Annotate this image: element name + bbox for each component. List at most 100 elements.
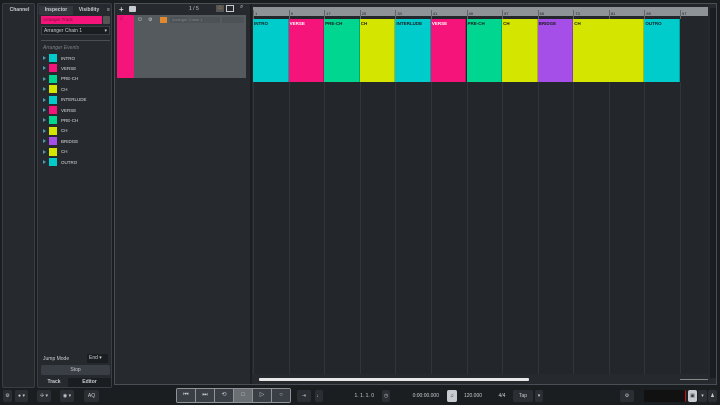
tab-editor[interactable]: Editor	[68, 378, 111, 387]
ruler-mark: 97	[680, 10, 686, 19]
arranger-event-label: CH	[574, 21, 581, 26]
menu-icon[interactable]: ≡	[105, 6, 112, 15]
event-label: BRIDGE	[61, 138, 79, 144]
expand-icon[interactable]	[43, 149, 46, 154]
stop-button[interactable]: Stop	[41, 365, 110, 375]
tempo-display[interactable]: 120.000	[459, 390, 487, 402]
arranger-event-item[interactable]: BRIDGE	[43, 137, 111, 146]
arranger-event[interactable]: PRE-CH	[466, 19, 503, 82]
tap-button[interactable]: Tap	[513, 390, 533, 402]
add-track-icon[interactable]: +	[119, 5, 124, 14]
power-icon[interactable]: ⏻	[138, 17, 142, 23]
arranger-event-item[interactable]: CH	[43, 126, 111, 135]
expand-icon[interactable]	[43, 118, 46, 123]
project-window: + 1 / 5 ⌂ ⌕ ♫ ⏻ ⚙ Arranger Chain 1 1 9 17 2…	[114, 3, 717, 385]
arranger-event[interactable]: CH	[359, 19, 396, 82]
time-display[interactable]: 0:00:00.000	[392, 390, 442, 402]
quantize-button[interactable]: ◉ ▾	[60, 390, 74, 402]
settings-icon[interactable]: ⚙	[148, 17, 152, 23]
arranger-event-item[interactable]: INTERLUDE	[43, 95, 111, 104]
arranger-track[interactable]: ♫ ⏻ ⚙ Arranger Chain 1	[117, 15, 246, 78]
settings-icon[interactable]: ⚙	[3, 390, 12, 402]
vertical-scrollbar[interactable]	[710, 8, 716, 378]
ruler[interactable]	[253, 7, 708, 16]
arranger-event[interactable]: CH	[502, 19, 538, 82]
grid-type-button[interactable]: ✢ ▾	[37, 390, 51, 402]
ruler-mark: 73	[573, 10, 580, 19]
tab-channel[interactable]: Channel	[3, 6, 36, 15]
go-to-start-icon[interactable]: ⏮	[177, 389, 195, 402]
grid-line	[324, 82, 326, 374]
arranger-event[interactable]: INTERLUDE	[395, 19, 431, 82]
grid-line	[573, 82, 575, 374]
track-extra-field[interactable]	[222, 17, 244, 23]
expand-icon[interactable]	[43, 87, 46, 92]
search-icon[interactable]: ⌕	[240, 4, 243, 11]
track-splitter[interactable]	[250, 4, 252, 384]
expand-icon[interactable]	[43, 108, 46, 112]
tab-track[interactable]: Track	[40, 378, 68, 387]
expand-icon[interactable]	[43, 97, 46, 102]
play-icon[interactable]: ▷	[253, 389, 271, 402]
filter-icon[interactable]: ▾	[698, 390, 707, 402]
ruler-mark: 81	[608, 10, 615, 19]
arranger-event-label: OUTRO	[645, 21, 662, 26]
arranger-event-item[interactable]: VERSE	[43, 106, 111, 114]
record-icon[interactable]: ○	[272, 389, 290, 402]
track-settings-icon[interactable]	[103, 16, 110, 24]
lock-icon[interactable]: ▣	[688, 390, 697, 402]
arranger-event-item[interactable]: PRE-CH	[43, 116, 111, 125]
arranger-event-item[interactable]: INTRO	[43, 54, 111, 62]
expand-icon[interactable]	[43, 66, 46, 71]
track-presets-icon[interactable]	[129, 6, 136, 12]
timeline[interactable]: 1 9 17 25 33 41 49 57 65 73 81 89 97 INTRO VERSE PRE-CH…	[253, 4, 708, 374]
expand-icon[interactable]	[43, 139, 46, 144]
ruler-mark: 57	[502, 10, 509, 19]
stop-icon[interactable]: □	[234, 389, 252, 402]
arranger-event-item[interactable]: CH	[43, 147, 111, 156]
arranger-event-label: CH	[503, 21, 510, 26]
auto-quantize-button[interactable]: AQ	[84, 390, 99, 402]
expand-icon[interactable]	[43, 160, 46, 164]
arranger-event-item[interactable]: PRE-CH	[43, 74, 111, 83]
expand-icon[interactable]	[43, 76, 46, 81]
home-icon[interactable]: ⌂	[216, 5, 224, 12]
arranger-event[interactable]: VERSE	[430, 19, 467, 82]
cycle-icon[interactable]: ⟲	[215, 389, 233, 402]
arranger-event-label: CH	[360, 21, 368, 26]
position-display[interactable]: 1. 1. 1. 0	[325, 390, 377, 402]
track-chain-select[interactable]: Arranger Chain 1	[170, 17, 220, 23]
signature-display[interactable]: 4/4	[492, 390, 512, 402]
punch-icon[interactable]: ⇥	[297, 390, 311, 402]
expand-icon[interactable]	[43, 56, 46, 60]
event-label: PRE-CH	[61, 117, 79, 123]
window-icon[interactable]	[226, 5, 234, 12]
arranger-event-item[interactable]: OUTRO	[43, 158, 111, 166]
metronome-icon[interactable]: ♩	[315, 390, 323, 402]
arranger-event-item[interactable]: VERSE	[43, 64, 111, 73]
arranger-event[interactable]: OUTRO	[644, 19, 680, 82]
user-icon[interactable]: ♟	[708, 390, 717, 402]
tempo-menu-icon[interactable]: ▾	[535, 390, 543, 402]
arranger-event[interactable]: CH	[573, 19, 645, 82]
expand-icon[interactable]	[43, 128, 46, 133]
tempo-mode-icon[interactable]: ♫	[447, 390, 457, 402]
arranger-event-item[interactable]: CH	[43, 85, 111, 94]
chain-select[interactable]: Arranger Chain 1 ▾	[41, 26, 110, 35]
activate-chain-button[interactable]	[160, 17, 167, 23]
tab-inspector[interactable]: Inspector	[39, 6, 73, 15]
go-to-end-icon[interactable]: ⏭	[196, 389, 214, 402]
clock-icon[interactable]: ◷	[382, 390, 390, 402]
arranger-event[interactable]: VERSE	[288, 19, 325, 82]
sync-icon[interactable]: ⚙	[620, 390, 634, 402]
tab-visibility[interactable]: Visibility	[74, 6, 104, 15]
arranger-event[interactable]: PRE-CH	[324, 19, 360, 82]
zoom-slider[interactable]	[680, 379, 708, 380]
arranger-event[interactable]: INTRO	[253, 19, 289, 82]
track-name-field[interactable]: Arranger Track	[41, 16, 102, 24]
jump-mode-select[interactable]: End ▾	[87, 354, 108, 363]
horizontal-scrollbar[interactable]	[259, 378, 529, 381]
arranger-event[interactable]: BRIDGE	[537, 19, 574, 82]
grid-line	[644, 82, 646, 374]
snap-mode-button[interactable]: ● ▾	[15, 390, 28, 402]
